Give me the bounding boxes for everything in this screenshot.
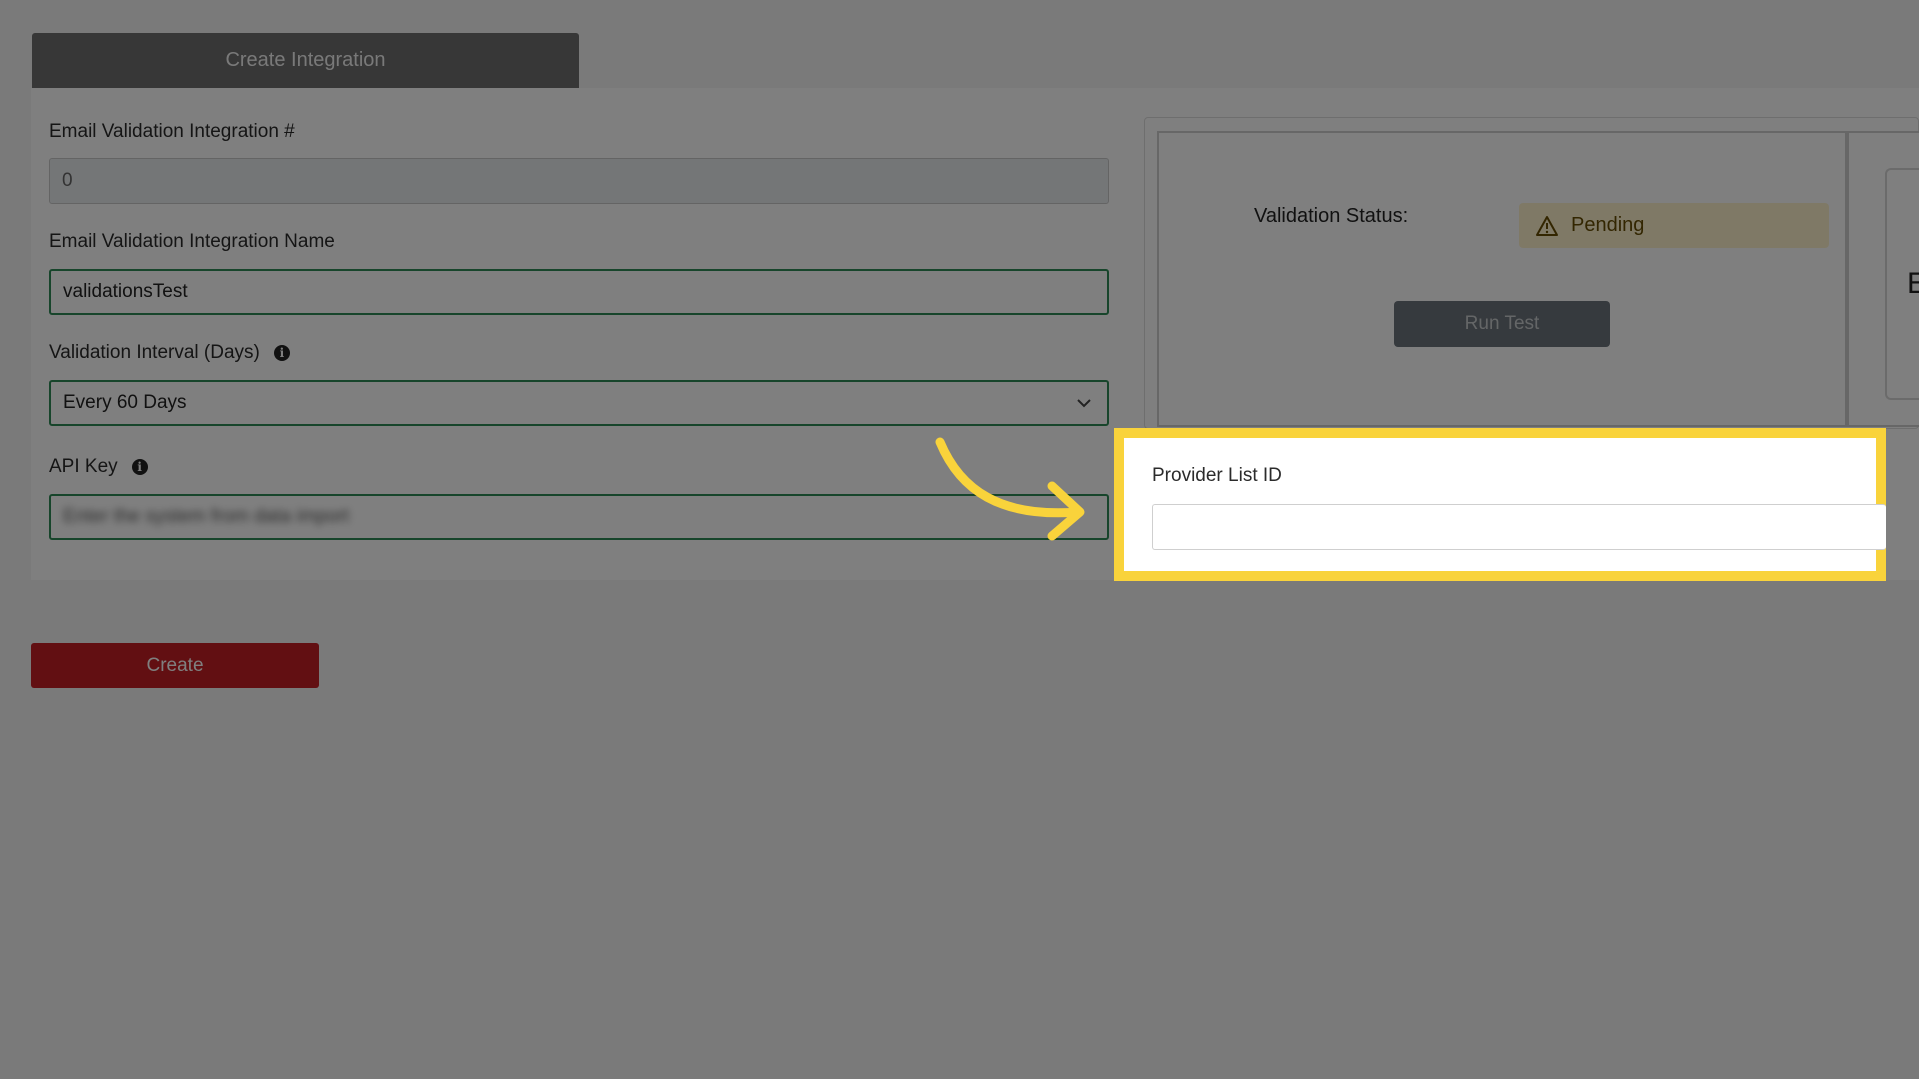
provider-list-label-text: Provider List ID xyxy=(1152,465,1282,486)
curved-arrow-icon xyxy=(935,437,1085,541)
provider-list-label: Provider List ID xyxy=(1152,465,1282,487)
provider-list-id-input[interactable] xyxy=(1152,504,1886,550)
provider-list-highlight: Provider List ID xyxy=(1114,428,1886,581)
